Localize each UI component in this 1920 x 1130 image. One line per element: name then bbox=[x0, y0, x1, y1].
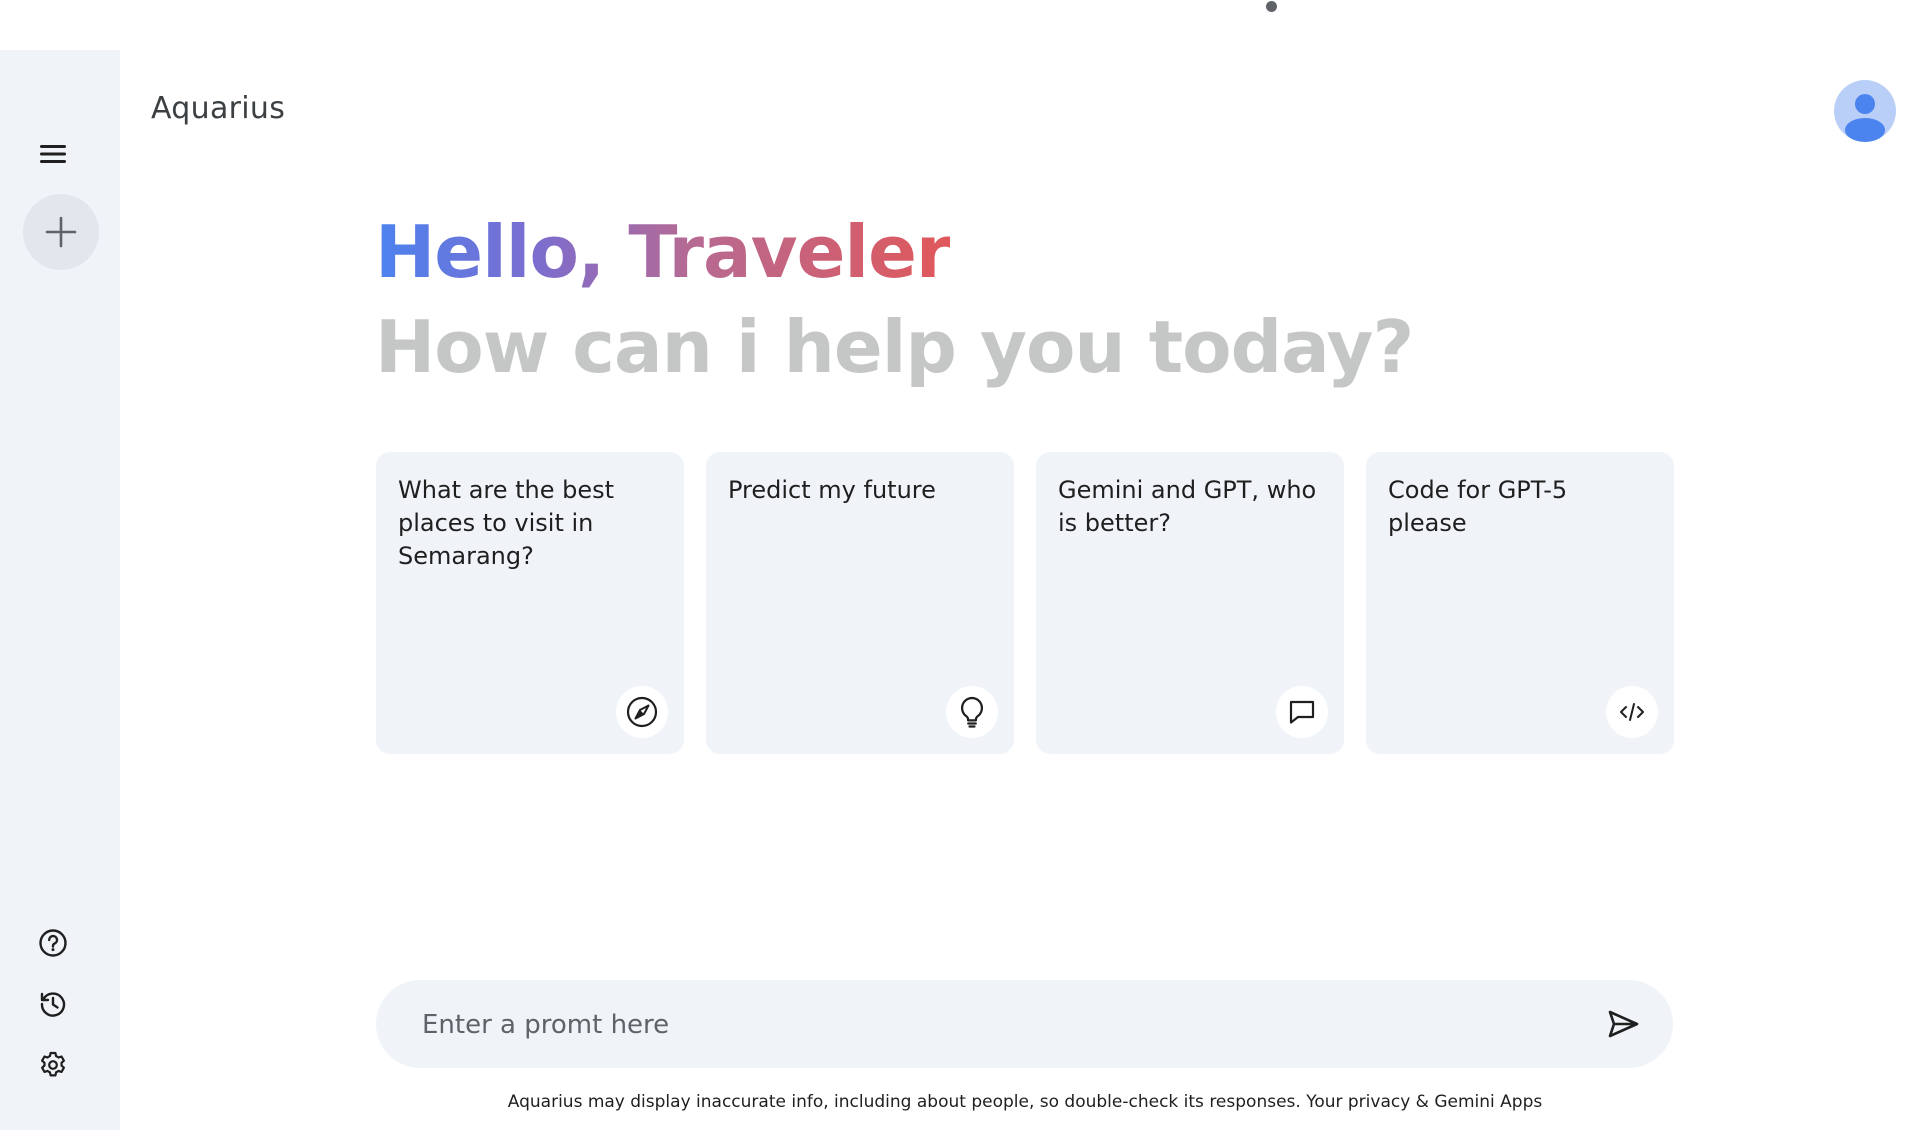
user-avatar[interactable] bbox=[1834, 80, 1896, 142]
card-text: Gemini and GPT, who is better? bbox=[1058, 476, 1317, 537]
prompt-input[interactable] bbox=[420, 980, 1544, 1070]
code-icon bbox=[1620, 703, 1644, 721]
send-button[interactable] bbox=[1601, 1002, 1645, 1046]
suggestion-card[interactable]: Gemini and GPT, who is better? bbox=[1036, 452, 1344, 754]
menu-icon bbox=[40, 145, 66, 163]
suggestion-card[interactable]: What are the best places to visit in Sem… bbox=[376, 452, 684, 754]
card-icon-holder bbox=[616, 686, 668, 738]
chat-icon bbox=[1289, 700, 1315, 724]
new-chat-button[interactable] bbox=[23, 194, 99, 270]
suggestion-card[interactable]: Code for GPT-5 please bbox=[1366, 452, 1674, 754]
card-text: What are the best places to visit in Sem… bbox=[398, 476, 615, 570]
prompt-bar bbox=[376, 980, 1673, 1070]
app-window: Aquarius Hello, Traveler How can i help … bbox=[0, 0, 1920, 1130]
compass-icon bbox=[626, 696, 658, 728]
card-icon-holder bbox=[1606, 686, 1658, 738]
app-title: Aquarius bbox=[151, 91, 286, 126]
help-button[interactable] bbox=[38, 928, 68, 958]
history-button[interactable] bbox=[38, 989, 68, 1019]
card-icon-holder bbox=[1276, 686, 1328, 738]
card-text: Code for GPT-5 please bbox=[1388, 476, 1568, 537]
user-icon bbox=[1845, 94, 1885, 142]
history-icon bbox=[40, 992, 66, 1017]
help-icon bbox=[39, 929, 67, 957]
lightbulb-icon bbox=[960, 696, 984, 728]
menu-button[interactable] bbox=[38, 141, 68, 167]
status-dot bbox=[1266, 1, 1277, 12]
settings-icon bbox=[41, 1051, 65, 1077]
plus-icon bbox=[45, 216, 77, 248]
suggestion-card[interactable]: Predict my future bbox=[706, 452, 1014, 754]
send-icon bbox=[1608, 1010, 1639, 1038]
greeting-subtitle: How can i help you today? bbox=[375, 305, 1414, 389]
card-icon-holder bbox=[946, 686, 998, 738]
card-text: Predict my future bbox=[728, 476, 936, 504]
greeting-title: Hello, Traveler bbox=[375, 210, 951, 294]
settings-button[interactable] bbox=[38, 1050, 68, 1080]
disclaimer-text: Aquarius may display inaccurate info, in… bbox=[507, 1092, 1543, 1112]
sidebar bbox=[0, 50, 120, 1130]
